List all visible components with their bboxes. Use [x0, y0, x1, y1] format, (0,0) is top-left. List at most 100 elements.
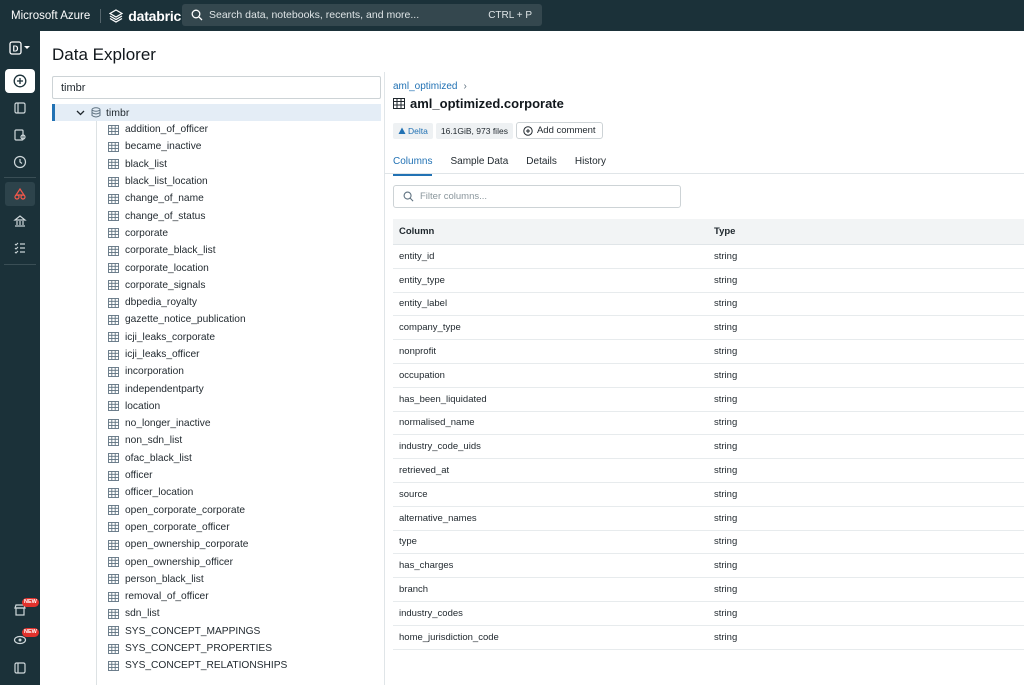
tree-item-label: person_black_list: [125, 573, 204, 585]
tree-item[interactable]: corporate_location: [52, 259, 381, 276]
table-icon: [108, 522, 119, 533]
chevron-down-icon[interactable]: [76, 108, 85, 117]
table-row[interactable]: industry_codes string: [393, 602, 1024, 626]
tree-item-label: SYS_CONCEPT_MAPPINGS: [125, 625, 261, 637]
table-icon: [108, 418, 119, 429]
tree-item[interactable]: officer: [52, 467, 381, 484]
table-row[interactable]: alternative_names string: [393, 507, 1024, 531]
nav-data[interactable]: [5, 182, 35, 206]
tree-item[interactable]: person_black_list: [52, 571, 381, 588]
tree-item[interactable]: open_corporate_corporate: [52, 502, 381, 519]
table-row[interactable]: entity_type string: [393, 269, 1024, 293]
table-row[interactable]: nonprofit string: [393, 340, 1024, 364]
table-row[interactable]: company_type string: [393, 316, 1024, 341]
tree-item[interactable]: SYS_CONCEPT_MAPPINGS: [52, 623, 381, 640]
search-shortcut: CTRL + P: [488, 9, 532, 21]
table-row[interactable]: normalised_name string: [393, 412, 1024, 436]
nav-recents[interactable]: [5, 150, 35, 174]
table-row[interactable]: home_jurisdiction_code string: [393, 626, 1024, 650]
table-title: aml_optimized.corporate: [393, 96, 564, 111]
tree-item[interactable]: sdn_list: [52, 605, 381, 622]
tree-item[interactable]: icji_leaks_officer: [52, 346, 381, 363]
tree-item[interactable]: open_corporate_officer: [52, 519, 381, 536]
tree-item-label: addition_of_officer: [125, 124, 209, 136]
tree-item-label: icji_leaks_corporate: [125, 331, 216, 343]
table-icon: [108, 366, 119, 377]
tree-item[interactable]: SYS_CONCEPT_PROPERTIES: [52, 640, 381, 657]
tree-item[interactable]: removal_of_officer: [52, 588, 381, 605]
table-row[interactable]: type string: [393, 531, 1024, 555]
tree-item[interactable]: open_ownership_officer: [52, 553, 381, 570]
panel-divider: [384, 72, 385, 685]
column-name-cell: entity_type: [399, 274, 445, 286]
table-icon: [108, 626, 119, 637]
tree-item[interactable]: no_longer_inactive: [52, 415, 381, 432]
schema-tree: timbr addition_of_officer became_inactive…: [52, 104, 381, 685]
tree-item[interactable]: black_list_location: [52, 173, 381, 190]
repos-icon: [14, 129, 26, 141]
table-row[interactable]: source string: [393, 483, 1024, 507]
tree-item-label: gazette_notice_publication: [125, 314, 246, 326]
table-row[interactable]: has_been_liquidated string: [393, 388, 1024, 412]
table-row[interactable]: occupation string: [393, 364, 1024, 388]
table-header: Column Type: [393, 219, 1024, 245]
table-row[interactable]: has_charges string: [393, 554, 1024, 579]
column-header-column[interactable]: Column: [393, 226, 714, 237]
tree-item-label: open_ownership_officer: [125, 556, 233, 568]
table-icon: [108, 245, 119, 256]
tree-item-label: sdn_list: [125, 608, 160, 620]
tree-item-label: corporate_black_list: [125, 245, 216, 257]
table-row[interactable]: branch string: [393, 578, 1024, 602]
filter-columns-input[interactable]: Filter columns...: [393, 185, 681, 208]
tree-item[interactable]: independentparty: [52, 380, 381, 397]
column-name-cell: retrieved_at: [399, 465, 450, 477]
tree-item[interactable]: officer_location: [52, 484, 381, 501]
tree-item[interactable]: non_sdn_list: [52, 432, 381, 449]
tree-item[interactable]: black_list: [52, 156, 381, 173]
tree-item[interactable]: corporate_signals: [52, 277, 381, 294]
nav-compute[interactable]: [5, 209, 35, 233]
column-header-type[interactable]: Type: [714, 226, 1024, 237]
nav-repos[interactable]: [5, 123, 35, 147]
tree-item[interactable]: dbpedia_royalty: [52, 294, 381, 311]
workspace-switcher[interactable]: D: [5, 36, 35, 60]
tree-item-label: SYS_CONCEPT_PROPERTIES: [125, 643, 273, 655]
table-icon: [108, 591, 119, 602]
nav-collapse[interactable]: [5, 656, 35, 680]
breadcrumb-catalog-link[interactable]: aml_optimized: [393, 81, 457, 92]
tree-item-label: change_of_status: [125, 210, 206, 222]
tree-item[interactable]: change_of_status: [52, 207, 381, 224]
table-row[interactable]: industry_code_uids string: [393, 435, 1024, 460]
table-row[interactable]: entity_id string: [393, 245, 1024, 269]
schema-filter-input[interactable]: timbr: [52, 76, 381, 99]
tree-item[interactable]: icji_leaks_corporate: [52, 329, 381, 346]
tree-item[interactable]: gazette_notice_publication: [52, 311, 381, 328]
tree-item[interactable]: corporate: [52, 225, 381, 242]
nav-workflows[interactable]: [5, 236, 35, 260]
tree-item[interactable]: open_ownership_corporate: [52, 536, 381, 553]
tree-root-node[interactable]: timbr: [52, 104, 381, 121]
tree-item[interactable]: became_inactive: [52, 138, 381, 155]
add-comment-button[interactable]: Add comment: [515, 122, 603, 139]
table-icon: [108, 349, 119, 360]
column-type-cell: string: [714, 322, 738, 334]
tree-item[interactable]: incorporation: [52, 363, 381, 380]
table-row[interactable]: entity_label string: [393, 293, 1024, 317]
nav-workspace[interactable]: [5, 96, 35, 120]
tree-item[interactable]: ofac_black_list: [52, 450, 381, 467]
tree-item[interactable]: location: [52, 398, 381, 415]
tab-underline: [385, 173, 1024, 174]
tree-item[interactable]: SYS_CONCEPT_RELATIONSHIPS: [52, 657, 381, 674]
tree-item[interactable]: corporate_black_list: [52, 242, 381, 259]
new-button[interactable]: [5, 69, 35, 93]
global-search[interactable]: Search data, notebooks, recents, and mor…: [182, 4, 542, 26]
tree-item-label: corporate_location: [125, 262, 209, 274]
table-row[interactable]: retrieved_at string: [393, 459, 1024, 483]
add-comment-label: Add comment: [536, 125, 596, 136]
columns-table: Column Type entity_id string entity_type st…: [393, 219, 1024, 650]
column-name-cell: company_type: [399, 322, 461, 334]
compute-icon: [13, 215, 27, 227]
tree-item[interactable]: addition_of_officer: [52, 121, 381, 138]
column-type-cell: string: [714, 298, 738, 310]
tree-item[interactable]: change_of_name: [52, 190, 381, 207]
